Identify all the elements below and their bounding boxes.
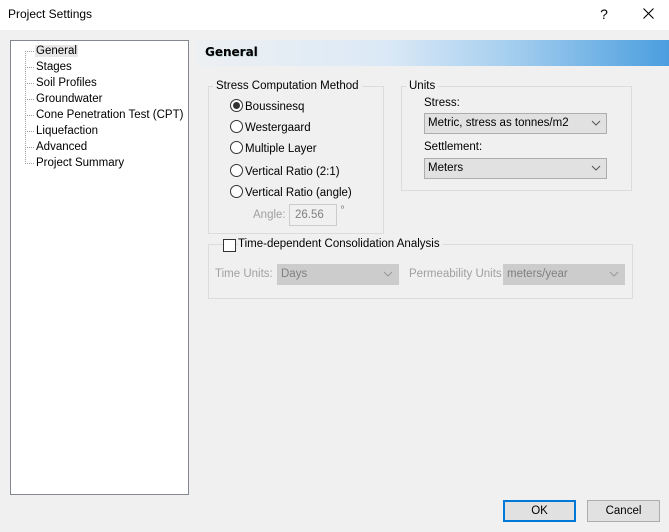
stress-method-legend: Stress Computation Method xyxy=(213,79,362,93)
cancel-button[interactable]: Cancel xyxy=(587,500,660,522)
permeability-units-value: meters/year xyxy=(507,268,568,280)
permeability-units-label: Permeability Units xyxy=(409,268,502,280)
title-bar: Project Settings ? xyxy=(0,0,669,30)
nav-item-label: Soil Profiles xyxy=(36,77,97,89)
radio-vertical-ratio-2-1[interactable]: Vertical Ratio (2:1) xyxy=(230,164,340,180)
radio-label: Multiple Layer xyxy=(245,143,317,155)
close-button[interactable] xyxy=(636,3,660,25)
time-units-value: Days xyxy=(281,268,308,280)
consolidation-checkbox[interactable] xyxy=(223,239,236,252)
radio-label: Westergaard xyxy=(245,122,311,134)
radio-westergaard[interactable]: Westergaard xyxy=(230,120,311,136)
time-units-select[interactable]: Days xyxy=(277,264,399,285)
time-units-label: Time Units: xyxy=(215,268,273,280)
close-icon xyxy=(642,8,654,19)
nav-item-project-summary[interactable]: Project Summary xyxy=(25,155,125,171)
radio-label: Vertical Ratio (2:1) xyxy=(245,166,340,178)
angle-label: Angle: xyxy=(253,209,286,221)
consolidation-checkbox-label[interactable]: Time-dependent Consolidation Analysis xyxy=(238,238,443,250)
stress-units-label: Stress: xyxy=(424,97,460,109)
nav-item-label: General xyxy=(35,45,78,57)
radio-button[interactable] xyxy=(230,141,243,154)
radio-button[interactable] xyxy=(230,185,243,198)
nav-item-label: Advanced xyxy=(36,141,88,153)
settlement-units-select[interactable]: Meters xyxy=(424,158,607,179)
radio-boussinesq[interactable]: Boussinesq xyxy=(230,99,304,115)
radio-button-checked[interactable] xyxy=(230,99,243,112)
nav-item-advanced[interactable]: Advanced xyxy=(25,139,88,155)
radio-vertical-ratio-angle[interactable]: Vertical Ratio (angle) xyxy=(230,185,352,201)
chevron-down-icon xyxy=(591,165,601,171)
section-title: General xyxy=(205,45,258,59)
nav-item-label: Cone Penetration Test (CPT) xyxy=(36,109,184,121)
radio-button[interactable] xyxy=(230,164,243,177)
angle-input[interactable]: 26.56 xyxy=(289,204,337,226)
nav-item-groundwater[interactable]: Groundwater xyxy=(25,91,103,107)
help-button[interactable]: ? xyxy=(592,3,616,25)
settlement-units-value: Meters xyxy=(428,162,464,174)
radio-multiple-layer[interactable]: Multiple Layer xyxy=(230,141,317,157)
radio-label: Boussinesq xyxy=(245,101,305,113)
stress-units-select[interactable]: Metric, stress as tonnes/m2 xyxy=(424,113,607,134)
chevron-down-icon xyxy=(591,120,601,126)
nav-item-label: Stages xyxy=(36,61,72,73)
nav-item-stages[interactable]: Stages xyxy=(25,59,73,75)
chevron-down-icon xyxy=(609,271,619,277)
radio-label: Vertical Ratio (angle) xyxy=(245,187,352,199)
permeability-units-select[interactable]: meters/year xyxy=(503,264,625,285)
degree-symbol: ° xyxy=(340,205,345,216)
nav-item-label: Liquefaction xyxy=(36,125,99,137)
window-title: Project Settings xyxy=(8,7,93,21)
stress-units-value: Metric, stress as tonnes/m2 xyxy=(428,117,569,129)
units-legend: Units xyxy=(406,79,439,93)
nav-item-label: Project Summary xyxy=(36,157,125,169)
radio-button[interactable] xyxy=(230,120,243,133)
section-header: General xyxy=(198,40,669,66)
chevron-down-icon xyxy=(383,271,393,277)
nav-item-soil-profiles[interactable]: Soil Profiles xyxy=(25,75,98,91)
ok-button[interactable]: OK xyxy=(503,500,576,522)
nav-item-general[interactable]: General xyxy=(25,43,78,59)
settings-nav-tree: General Stages Soil Profiles Groundwater… xyxy=(10,40,189,495)
settlement-units-label: Settlement: xyxy=(424,141,483,153)
nav-item-cpt[interactable]: Cone Penetration Test (CPT) xyxy=(25,107,184,123)
nav-item-liquefaction[interactable]: Liquefaction xyxy=(25,123,99,139)
nav-item-label: Groundwater xyxy=(36,93,103,105)
